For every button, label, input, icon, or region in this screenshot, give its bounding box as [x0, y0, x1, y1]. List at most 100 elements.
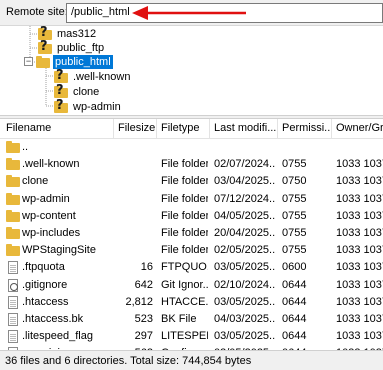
cell-last-modified: 04/05/2025... — [214, 209, 276, 222]
table-row[interactable]: .htaccess.bk 523 BK File 04/03/2025... 0644 1… — [0, 311, 383, 328]
cell-filetype: BK File — [161, 313, 197, 325]
folder-icon — [6, 209, 20, 222]
collapse-icon[interactable]: − — [24, 57, 33, 66]
cell-filename: .ftpquota — [22, 261, 65, 274]
cell-last-modified: 02/10/2024... — [214, 278, 276, 291]
table-row[interactable]: .well-known File folder 02/07/2024... 0755 1… — [0, 156, 383, 173]
table-row[interactable]: wp-content File folder 04/05/2025... 0755 10… — [0, 208, 383, 225]
tree-item-label: wp-admin — [73, 101, 121, 113]
cell-permissions: 0644 — [282, 278, 307, 291]
status-bar: 36 files and 6 directories. Total size: … — [0, 350, 383, 370]
cell-filename: wp-includes — [22, 227, 81, 239]
cell-filesize: 523 — [134, 313, 153, 325]
remote-path-input[interactable]: /public_html — [66, 3, 383, 23]
file-list[interactable]: .. .well-known File folder 02/07/2024... 075… — [0, 139, 383, 350]
cell-filetype: Git Ignor... — [161, 278, 208, 291]
cell-permissions: 0644 — [282, 313, 307, 325]
column-filetype[interactable]: Filetype — [161, 122, 208, 134]
folder-icon — [6, 141, 20, 153]
folder-icon — [6, 175, 20, 188]
cell-filename: wp-admin — [22, 192, 70, 205]
folder-icon — [6, 192, 20, 205]
folder-icon — [6, 244, 20, 257]
tree-item-label: public_html — [53, 55, 113, 69]
cell-filesize: 642 — [134, 278, 153, 291]
cell-last-modified: 03/05/2025... — [214, 295, 276, 308]
cell-filename: clone — [22, 175, 49, 188]
table-row[interactable]: wp-includes File folder 20/04/2025... 0755 1… — [0, 225, 383, 242]
column-separator[interactable] — [113, 119, 114, 139]
cell-permissions: 0755 — [282, 227, 307, 239]
column-separator[interactable] — [331, 119, 332, 139]
cell-last-modified: 03/05/2025... — [214, 261, 276, 274]
config-file-icon — [6, 278, 20, 292]
cell-owner-group: 1033 1037 — [336, 244, 383, 257]
cell-permissions: 0644 — [282, 295, 307, 308]
cell-owner-group: 1033 1037 — [336, 192, 383, 205]
cell-filename: .. — [22, 141, 29, 153]
cell-owner-group: 1033 1037 — [336, 295, 383, 308]
table-row[interactable]: .htaccess 2,812 HTACCE... 03/05/2025... 0644… — [0, 294, 383, 311]
table-row[interactable]: clone File folder 03/04/2025... 0750 1033 10… — [0, 173, 383, 190]
tree-item-label: public_ftp — [57, 42, 105, 54]
cell-last-modified: 04/03/2025... — [214, 313, 276, 325]
table-row[interactable]: wp-admin File folder 07/12/2024... 0755 1033… — [0, 191, 383, 208]
column-separator[interactable] — [277, 119, 278, 139]
cell-owner-group: 1033 1037 — [336, 227, 383, 239]
column-permissions[interactable]: Permissi... — [282, 122, 330, 134]
cell-permissions: 0755 — [282, 158, 307, 171]
column-last-modified[interactable]: Last modifi... — [214, 122, 276, 134]
remote-directory-tree[interactable]: − ? mas312 ? public_ftp public_html ? .w… — [0, 25, 383, 115]
cell-filetype: File folder — [161, 227, 208, 239]
cell-filename: .gitignore — [22, 278, 68, 291]
tree-item-public-html[interactable]: public_html — [36, 54, 113, 70]
column-separator[interactable] — [209, 119, 210, 139]
cell-filetype: File folder — [161, 244, 208, 257]
cell-last-modified: 02/05/2025... — [214, 244, 276, 257]
file-icon — [6, 295, 20, 309]
tree-item-label: mas312 — [57, 28, 97, 40]
cell-filename: .litespeed_flag — [22, 330, 93, 343]
cell-filetype: HTACCE... — [161, 295, 208, 308]
table-row[interactable]: .litespeed_flag 297 LITESPEE... 03/05/2025.… — [0, 328, 383, 345]
cell-owner-group: 1033 1037 — [336, 261, 383, 274]
cell-last-modified: 20/04/2025... — [214, 227, 276, 239]
cell-permissions: 0750 — [282, 175, 307, 188]
folder-icon — [6, 227, 20, 239]
cell-owner-group: 1033 1037 — [336, 278, 383, 291]
cell-permissions: 0600 — [282, 261, 307, 274]
column-filesize[interactable]: Filesize — [118, 122, 155, 134]
cell-filename: WPStagingSite — [22, 244, 96, 257]
cell-filesize: 16 — [140, 261, 153, 274]
column-separator[interactable] — [156, 119, 157, 139]
cell-owner-group: 1033 1037 — [336, 158, 383, 171]
tree-item-wp-admin[interactable]: ? wp-admin — [54, 98, 123, 115]
cell-permissions: 0755 — [282, 209, 307, 222]
remote-site-label: Remote site: — [6, 6, 68, 18]
unknown-folder-icon: ? — [54, 68, 68, 84]
cell-filesize: 297 — [134, 330, 153, 343]
table-row[interactable]: WPStagingSite File folder 02/05/2025... 075… — [0, 242, 383, 259]
cell-filetype: LITESPEE... — [161, 330, 208, 343]
unknown-folder-icon: ? — [54, 98, 68, 114]
cell-owner-group: 1033 1037 — [336, 175, 383, 188]
column-filename[interactable]: Filename — [6, 122, 111, 134]
cell-owner-group: 1033 1037 — [336, 313, 383, 325]
table-row[interactable]: .. — [0, 139, 383, 156]
tree-item-label: clone — [73, 86, 100, 98]
unknown-folder-icon: ? — [38, 39, 52, 55]
file-list-header: Filename Filesize Filetype Last modifi..… — [0, 119, 383, 139]
cell-owner-group: 1033 1037 — [336, 209, 383, 222]
tree-item-well-known[interactable]: ? .well-known — [54, 68, 132, 85]
cell-filename: .well-known — [22, 158, 80, 171]
table-row[interactable]: .gitignore 642 Git Ignor... 02/10/2024... 06… — [0, 277, 383, 294]
column-owner-group[interactable]: Owner/Gr... — [336, 122, 383, 134]
cell-last-modified: 02/07/2024... — [214, 158, 276, 171]
file-icon — [6, 261, 20, 275]
tree-item-label: .well-known — [73, 71, 131, 83]
cell-filetype: File folder — [161, 175, 208, 188]
cell-filetype: File folder — [161, 192, 208, 205]
table-row[interactable]: .ftpquota 16 FTPQUO... 03/05/2025... 0600 103… — [0, 259, 383, 276]
cell-filename: .htaccess — [22, 295, 69, 308]
file-icon — [6, 330, 20, 344]
